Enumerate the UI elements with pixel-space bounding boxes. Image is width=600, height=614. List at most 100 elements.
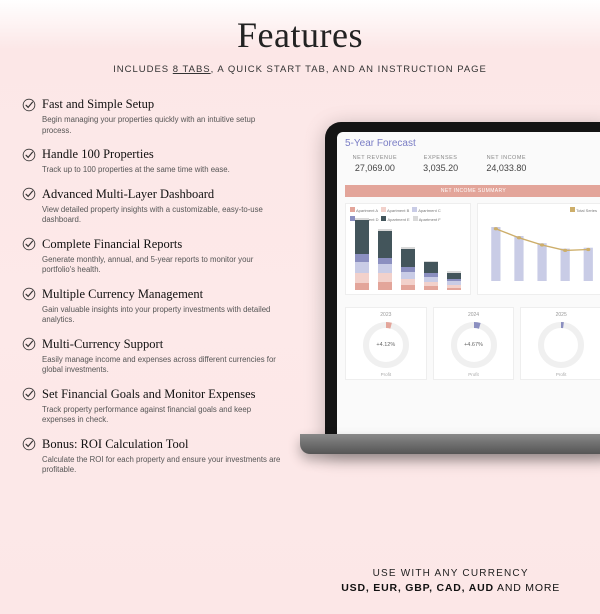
subtitle-suffix: , A QUICK START TAB, AND AN INSTRUCTION … [211, 64, 487, 75]
feature-item: Complete Financial Reports Generate month… [22, 237, 290, 276]
bar-segment [355, 273, 369, 283]
currency-line1: USE WITH ANY CURRENCY [341, 568, 560, 579]
feature-desc: Track up to 100 properties at the same t… [42, 165, 282, 176]
forecast-title: 5-Year Forecast [337, 132, 600, 153]
feature-desc: Begin managing your properties quickly w… [42, 115, 282, 136]
gauge-card: 2025 Profit [520, 307, 600, 380]
bar-segment [378, 282, 392, 290]
features-list: Fast and Simple Setup Begin managing your… [0, 97, 300, 487]
stacked-bar-chart: Apartment AApartment BApartment CApartme… [345, 203, 471, 295]
feature-title: Complete Financial Reports [42, 237, 182, 252]
legend-item: Apartment A [350, 207, 378, 213]
kpi-value: 27,069.00 [345, 163, 405, 173]
bar-group [447, 218, 461, 290]
feature-title: Set Financial Goals and Monitor Expenses [42, 387, 256, 402]
gauge-caption: Profit [523, 372, 599, 377]
bar-segment [355, 254, 369, 262]
bar-group [355, 218, 369, 290]
laptop-screen: 5-Year Forecast NET REVENUE 27,069.00 EXPE… [337, 132, 600, 442]
line-stage [482, 218, 598, 290]
gauge-card: 2023 +4.12% Profit [345, 307, 427, 380]
bar-group [424, 218, 438, 290]
bars-stage [350, 218, 466, 290]
feature-item: Fast and Simple Setup Begin managing your… [22, 97, 290, 136]
bar-group [378, 218, 392, 290]
feature-title: Multi-Currency Support [42, 337, 163, 352]
kpi-card: NET INCOME 24,033.80 [477, 155, 537, 173]
legend-item: Apartment C [412, 207, 440, 213]
gauge-year: 2024 [436, 312, 512, 318]
charts-row: Apartment AApartment BApartment CApartme… [337, 199, 600, 299]
gauge-ring [536, 320, 586, 370]
bar-segment [447, 288, 461, 290]
gauge-value [536, 320, 586, 370]
check-icon [22, 237, 36, 251]
feature-item: Handle 100 Properties Track up to 100 pro… [22, 147, 290, 176]
check-icon [22, 98, 36, 112]
subtitle-prefix: INCLUDES [113, 64, 173, 75]
feature-title: Handle 100 Properties [42, 147, 154, 162]
kpi-value: 3,035.20 [411, 163, 471, 173]
feature-title: Multiple Currency Management [42, 287, 203, 302]
gauge-ring: +4.12% [361, 320, 411, 370]
line-chart: Total Series [477, 203, 600, 295]
bar-group [401, 218, 415, 290]
currency-bold: USD, EUR, GBP, CAD, AUD [341, 582, 494, 594]
kpi-card: EXPENSES 3,035.20 [411, 155, 471, 173]
bar-segment [401, 249, 415, 267]
check-icon [22, 187, 36, 201]
check-icon [22, 337, 36, 351]
laptop-base [300, 434, 600, 454]
feature-desc: Gain valuable insights into your propert… [42, 305, 282, 326]
bar-segment [424, 286, 438, 290]
feature-item: Multi-Currency Support Easily manage inco… [22, 337, 290, 376]
kpi-label: NET INCOME [477, 155, 537, 161]
kpi-card: NET REVENUE 27,069.00 [345, 155, 405, 173]
page-title: Features [0, 14, 600, 56]
feature-item: Bonus: ROI Calculation Tool Calculate the… [22, 437, 290, 476]
currency-line2: USD, EUR, GBP, CAD, AUD AND MORE [341, 582, 560, 594]
kpi-label: EXPENSES [411, 155, 471, 161]
legend-item: Apartment B [381, 207, 409, 213]
feature-title: Bonus: ROI Calculation Tool [42, 437, 188, 452]
currency-rest: AND MORE [494, 582, 560, 594]
feature-desc: Generate monthly, annual, and 5-year rep… [42, 255, 282, 276]
gauge-year: 2023 [348, 312, 424, 318]
feature-desc: Track property performance against finan… [42, 405, 282, 426]
feature-desc: View detailed property insights with a c… [42, 205, 282, 226]
gauge-caption: Profit [436, 372, 512, 377]
feature-title: Advanced Multi-Layer Dashboard [42, 187, 214, 202]
bar-segment [378, 231, 392, 257]
currency-note: USE WITH ANY CURRENCY USD, EUR, GBP, CAD… [341, 568, 560, 594]
line-legend: Total Series [480, 206, 600, 214]
check-icon [22, 287, 36, 301]
feature-desc: Calculate the ROI for each property and … [42, 455, 282, 476]
feature-item: Multiple Currency Management Gain valuabl… [22, 287, 290, 326]
kpi-label: NET REVENUE [345, 155, 405, 161]
laptop-body: 5-Year Forecast NET REVENUE 27,069.00 EXPE… [325, 122, 600, 452]
feature-item: Advanced Multi-Layer Dashboard View detai… [22, 187, 290, 226]
bar-segment [401, 272, 415, 279]
check-icon [22, 148, 36, 162]
line-legend-label: Total Series [576, 208, 597, 213]
gauge-card: 2024+4.67%Profit [433, 307, 515, 380]
bar-segment [424, 262, 438, 273]
feature-title: Fast and Simple Setup [42, 97, 154, 112]
laptop-mockup: 5-Year Forecast NET REVENUE 27,069.00 EXPE… [300, 122, 600, 502]
subtitle-tabs: 8 TABS [173, 64, 211, 75]
kpi-value: 24,033.80 [477, 163, 537, 173]
gauge-year: 2025 [523, 312, 599, 318]
bar-segment [378, 273, 392, 281]
bar-segment [355, 220, 369, 254]
check-icon [22, 437, 36, 451]
gauge-row: 2023+4.12%Profit2024+4.67%Profit2025Prof… [337, 299, 600, 388]
feature-desc: Easily manage income and expenses across… [42, 355, 282, 376]
kpi-card [542, 155, 600, 173]
gauge-caption: Profit [348, 372, 424, 377]
bar-segment [401, 285, 415, 290]
page-subtitle: INCLUDES 8 TABS, A QUICK START TAB, AND … [0, 64, 600, 75]
bar-segment [355, 283, 369, 290]
summary-header: NET INCOME SUMMARY [345, 185, 600, 197]
gauge-value: +4.12% [361, 320, 411, 370]
feature-item: Set Financial Goals and Monitor Expenses… [22, 387, 290, 426]
